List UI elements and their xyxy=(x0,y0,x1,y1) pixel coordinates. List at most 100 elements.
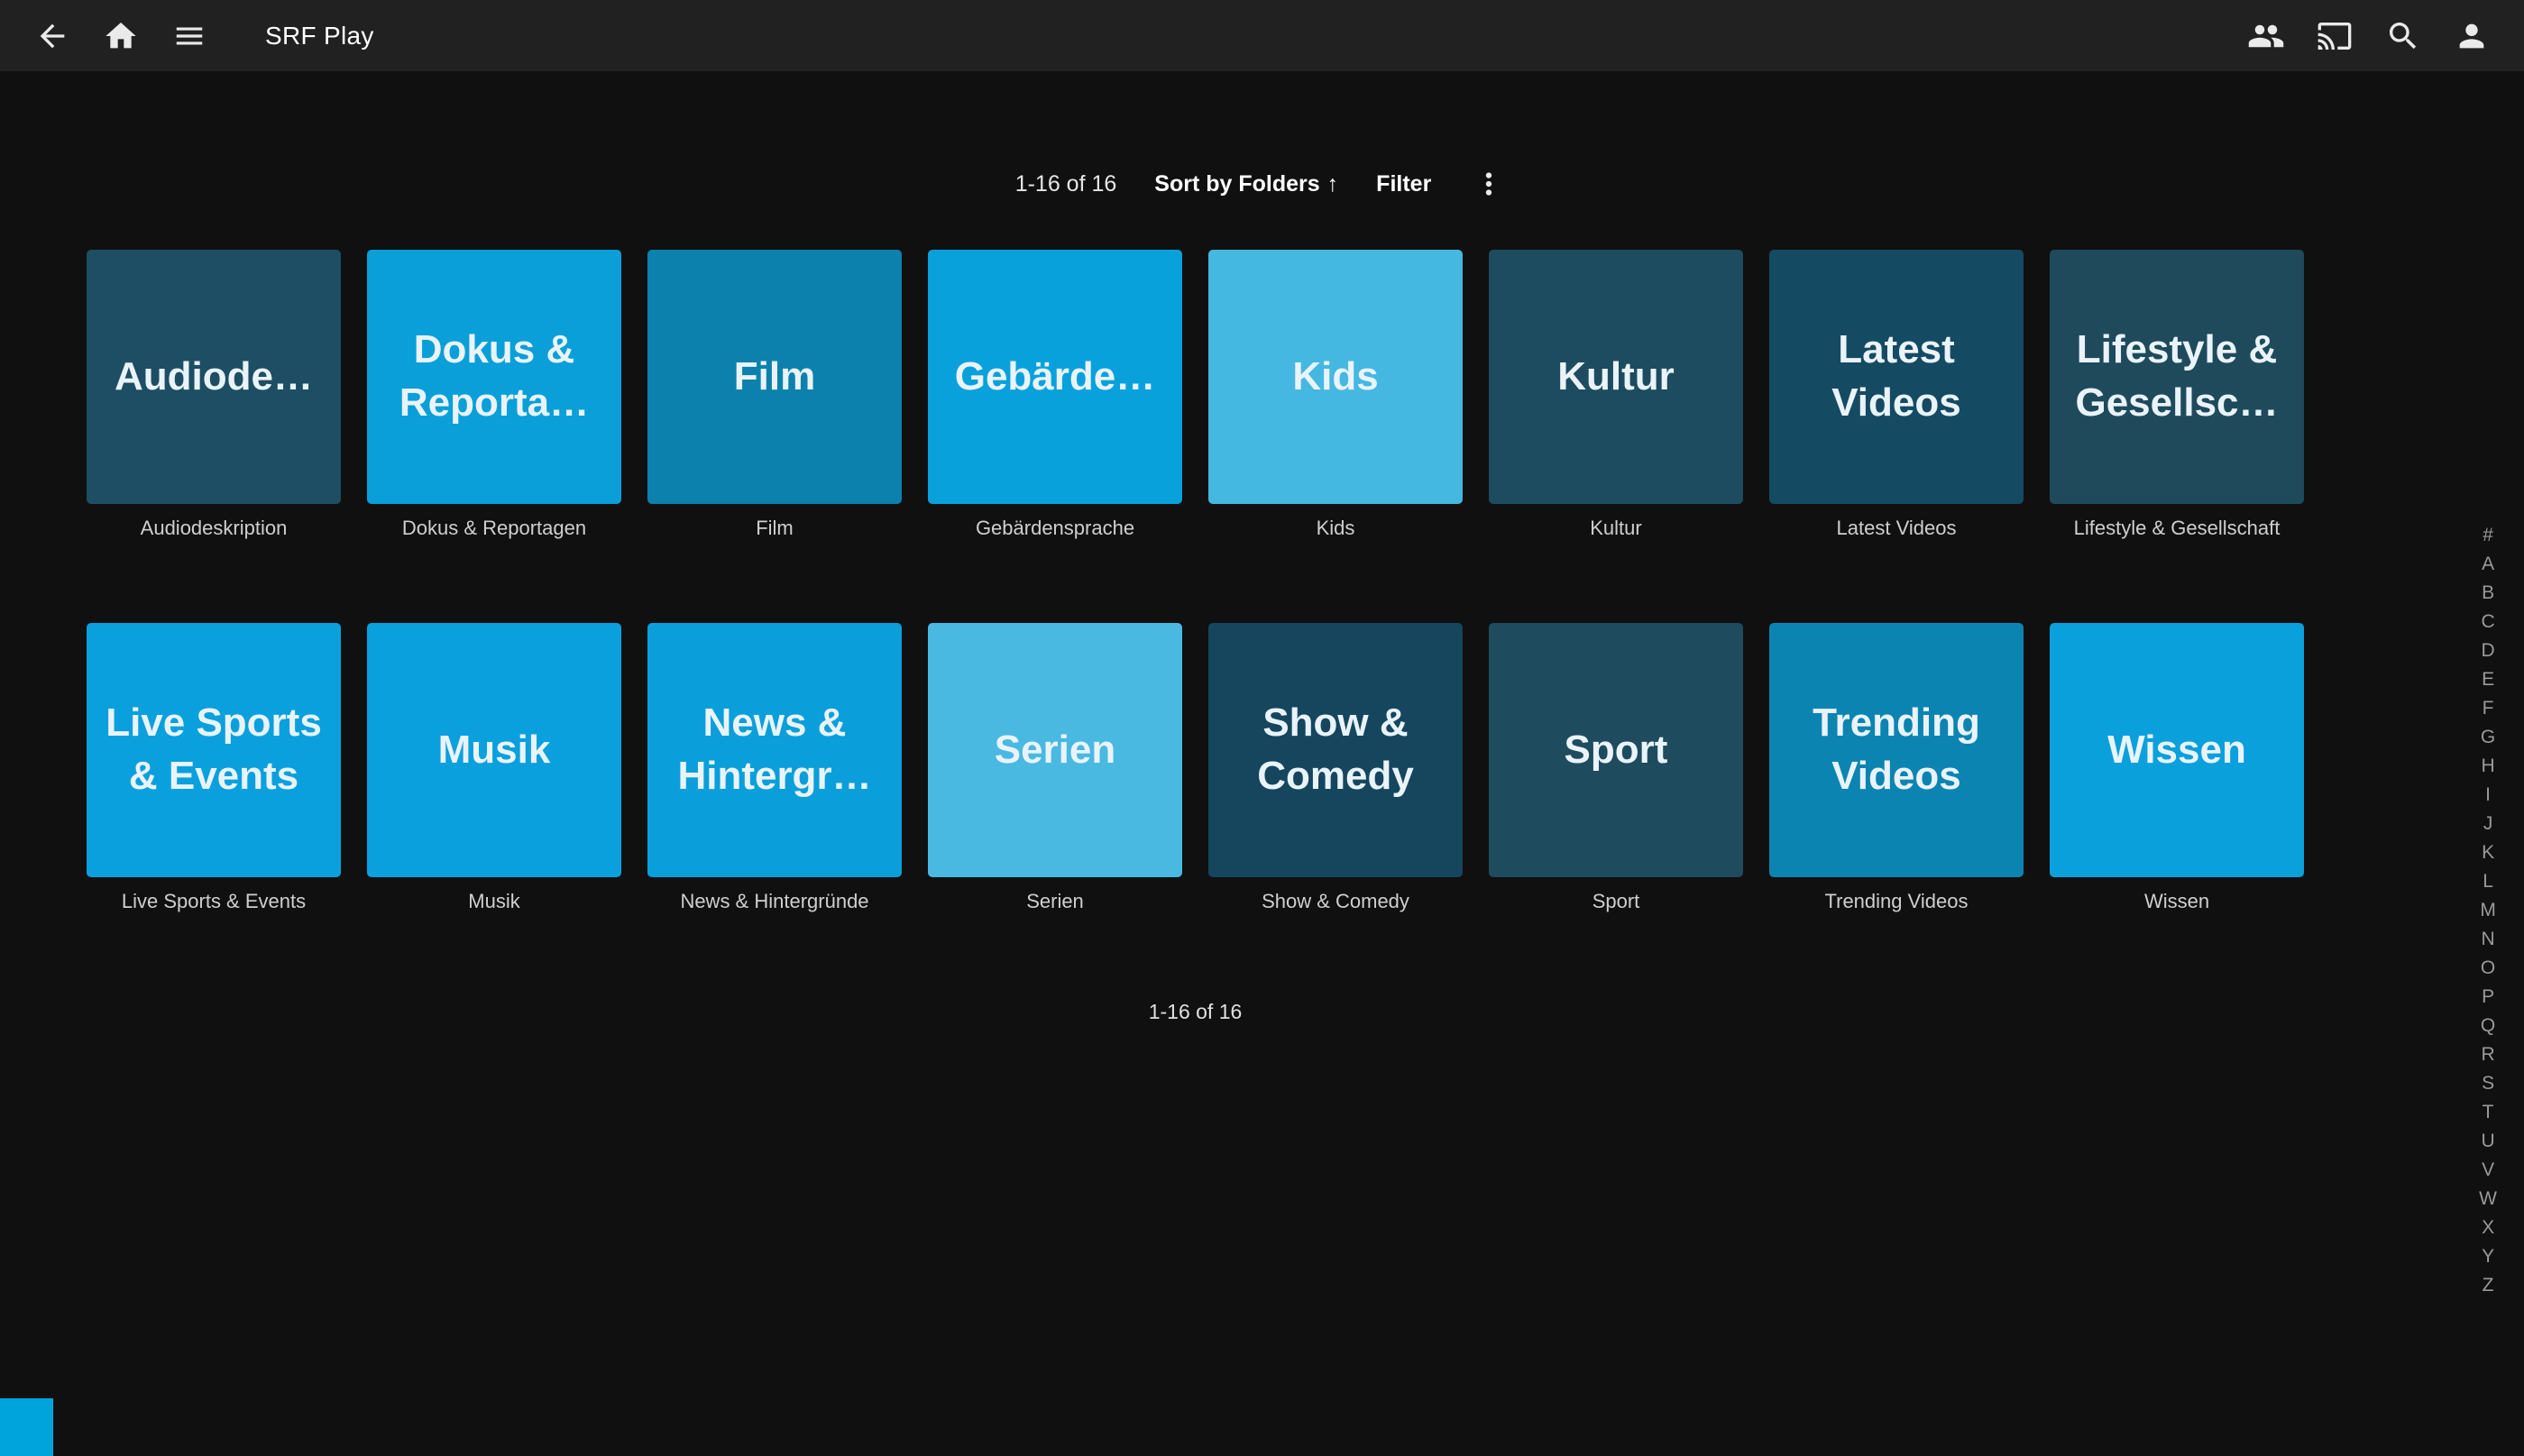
library-card[interactable]: Film Film xyxy=(647,250,902,540)
library-card[interactable]: Live Sports & Events Live Sports & Events xyxy=(87,623,341,913)
library-card-caption[interactable]: Audiodeskription xyxy=(87,517,341,540)
library-tile-title: Gebärde… xyxy=(955,351,1156,404)
app-bar-right xyxy=(2246,16,2492,56)
library-card[interactable]: Dokus & Reporta… Dokus & Reportagen xyxy=(367,250,621,540)
library-card-caption[interactable]: Gebärdensprache xyxy=(928,517,1182,540)
library-tile[interactable]: Serien xyxy=(928,623,1182,877)
library-card[interactable]: Lifestyle & Gesellsc… Lifestyle & Gesells… xyxy=(2050,250,2304,540)
library-tile[interactable]: Trending Videos xyxy=(1769,623,2024,877)
library-card-caption[interactable]: Film xyxy=(647,517,902,540)
library-tile[interactable]: News & Hintergr… xyxy=(647,623,902,877)
library-tile-title: Sport xyxy=(1565,724,1668,777)
library-tile-title: Live Sports & Events xyxy=(101,697,326,802)
library-tile[interactable]: Kultur xyxy=(1489,250,1743,504)
alphabet-letter[interactable]: D xyxy=(2482,641,2495,660)
library-tile-title: Dokus & Reporta… xyxy=(381,324,607,429)
library-tile[interactable]: Dokus & Reporta… xyxy=(367,250,621,504)
library-card[interactable]: Trending Videos Trending Videos xyxy=(1769,623,2024,913)
user-button[interactable] xyxy=(2452,16,2492,56)
alphabet-letter[interactable]: I xyxy=(2485,785,2491,804)
library-tile[interactable]: Latest Videos xyxy=(1769,250,2024,504)
library-tile[interactable]: Musik xyxy=(367,623,621,877)
alphabet-letter[interactable]: V xyxy=(2482,1160,2494,1179)
alphabet-letter[interactable]: A xyxy=(2482,554,2494,573)
library-card-caption[interactable]: News & Hintergründe xyxy=(647,890,902,913)
filter-button[interactable]: Filter xyxy=(1376,171,1431,197)
library-tile[interactable]: Sport xyxy=(1489,623,1743,877)
library-tile[interactable]: Show & Comedy xyxy=(1208,623,1463,877)
alphabet-letter[interactable]: O xyxy=(2481,958,2495,977)
library-tile[interactable]: Audiode… xyxy=(87,250,341,504)
alphabet-letter[interactable]: T xyxy=(2483,1103,2494,1122)
alphabet-letter[interactable]: S xyxy=(2482,1074,2494,1093)
library-tile[interactable]: Gebärde… xyxy=(928,250,1182,504)
library-tile[interactable]: Kids xyxy=(1208,250,1463,504)
app-bar: SRF Play xyxy=(0,0,2524,71)
alphabet-letter[interactable]: J xyxy=(2483,814,2493,833)
syncplay-button[interactable] xyxy=(2246,16,2286,56)
library-card[interactable]: Sport Sport xyxy=(1489,623,1743,913)
library-card-caption[interactable]: Lifestyle & Gesellschaft xyxy=(2050,517,2304,540)
library-card-caption[interactable]: Show & Comedy xyxy=(1208,890,1463,913)
sort-button-label: Sort by Folders xyxy=(1154,171,1319,197)
library-card-caption[interactable]: Sport xyxy=(1489,890,1743,913)
alphabet-letter[interactable]: Y xyxy=(2482,1247,2494,1266)
alphabet-letter[interactable]: X xyxy=(2482,1218,2494,1237)
library-card-caption[interactable]: Musik xyxy=(367,890,621,913)
search-button[interactable] xyxy=(2383,16,2423,56)
back-button[interactable] xyxy=(32,16,72,56)
library-card[interactable]: Show & Comedy Show & Comedy xyxy=(1208,623,1463,913)
library-card[interactable]: Audiode… Audiodeskription xyxy=(87,250,341,540)
alphabet-letter[interactable]: G xyxy=(2481,728,2495,746)
toolbar: 1-16 of 16 Sort by Folders ↑ Filter xyxy=(0,161,2524,206)
library-card[interactable]: Kultur Kultur xyxy=(1489,250,1743,540)
library-card-caption[interactable]: Wissen xyxy=(2050,890,2304,913)
library-card[interactable]: Kids Kids xyxy=(1208,250,1463,540)
alphabet-letter[interactable]: N xyxy=(2482,929,2495,948)
library-tile-title: Audiode… xyxy=(115,351,313,404)
library-tile[interactable]: Film xyxy=(647,250,902,504)
person-icon xyxy=(2454,18,2490,54)
alphabet-letter[interactable]: R xyxy=(2482,1045,2495,1064)
library-card-caption[interactable]: Serien xyxy=(928,890,1182,913)
alphabet-letter[interactable]: K xyxy=(2482,843,2494,862)
alphabet-letter[interactable]: Q xyxy=(2481,1016,2495,1035)
alphabet-letter[interactable]: # xyxy=(2483,526,2493,545)
sort-button[interactable]: Sort by Folders ↑ xyxy=(1154,171,1338,197)
alphabet-letter[interactable]: U xyxy=(2482,1131,2495,1150)
library-tile[interactable]: Lifestyle & Gesellsc… xyxy=(2050,250,2304,504)
alphabet-letter[interactable]: F xyxy=(2483,699,2494,718)
library-card-caption[interactable]: Latest Videos xyxy=(1769,517,2024,540)
alphabet-letter[interactable]: Z xyxy=(2483,1276,2494,1295)
alphabet-letter[interactable]: P xyxy=(2482,987,2494,1006)
library-card[interactable]: Latest Videos Latest Videos xyxy=(1769,250,2024,540)
library-tile[interactable]: Live Sports & Events xyxy=(87,623,341,877)
more-vert-icon xyxy=(1472,167,1506,201)
library-card-caption[interactable]: Kids xyxy=(1208,517,1463,540)
library-card-caption[interactable]: Kultur xyxy=(1489,517,1743,540)
alphabet-letter[interactable]: E xyxy=(2482,670,2494,689)
menu-button[interactable] xyxy=(170,16,209,56)
library-card-caption[interactable]: Live Sports & Events xyxy=(87,890,341,913)
library-card-caption[interactable]: Trending Videos xyxy=(1769,890,2024,913)
alphabet-picker: # ABCDEFGHIJKLMNOPQRSTUVWXYZ xyxy=(2479,526,2497,1295)
library-tile[interactable]: Wissen xyxy=(2050,623,2304,877)
arrow-left-icon xyxy=(34,18,70,54)
alphabet-letter[interactable]: B xyxy=(2482,583,2494,602)
alphabet-letter[interactable]: W xyxy=(2479,1189,2497,1208)
library-card[interactable]: Gebärde… Gebärdensprache xyxy=(928,250,1182,540)
library-card[interactable]: Serien Serien xyxy=(928,623,1182,913)
library-card[interactable]: Wissen Wissen xyxy=(2050,623,2304,913)
library-tile-title: Trending Videos xyxy=(1784,697,2009,802)
library-card[interactable]: Musik Musik xyxy=(367,623,621,913)
alphabet-letter[interactable]: L xyxy=(2483,872,2493,891)
library-card[interactable]: News & Hintergr… News & Hintergründe xyxy=(647,623,902,913)
more-button[interactable] xyxy=(1469,164,1509,204)
library-card-caption[interactable]: Dokus & Reportagen xyxy=(367,517,621,540)
alphabet-letter[interactable]: C xyxy=(2482,612,2495,631)
alphabet-letter[interactable]: H xyxy=(2482,756,2495,775)
cast-button[interactable] xyxy=(2315,16,2354,56)
library-tile-title: Kultur xyxy=(1557,351,1675,404)
alphabet-letter[interactable]: M xyxy=(2480,901,2496,920)
home-button[interactable] xyxy=(101,16,141,56)
